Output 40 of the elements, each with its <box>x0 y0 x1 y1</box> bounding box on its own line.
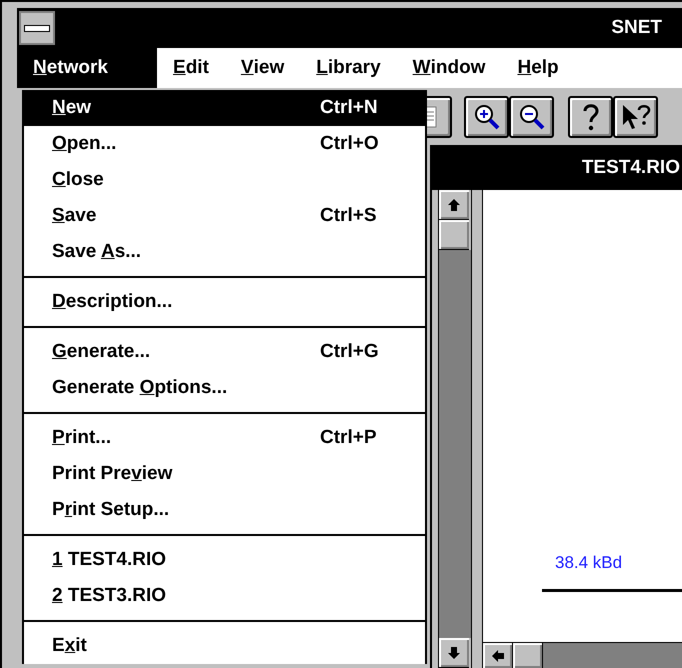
menu-item[interactable]: Generate Options... <box>24 370 425 406</box>
scroll-thumb[interactable] <box>439 220 469 250</box>
menu-item[interactable]: Close <box>24 162 425 198</box>
scroll-down-button[interactable] <box>439 638 469 668</box>
menu-item[interactable]: 1 TEST4.RIO <box>24 542 425 578</box>
down-arrow-icon <box>447 646 461 660</box>
menu-item[interactable]: 2 TEST3.RIO <box>24 578 425 614</box>
menu-item[interactable]: Print... Ctrl+P <box>24 420 425 456</box>
zoom-in-icon <box>474 104 500 130</box>
window-title: SNET <box>611 17 663 39</box>
scroll-left-button[interactable] <box>483 643 513 668</box>
toolbar-button[interactable] <box>464 96 509 138</box>
question-mark-icon <box>582 102 600 130</box>
menu-item[interactable]: Generate... Ctrl+G <box>24 334 425 370</box>
toolbar-button[interactable] <box>613 96 658 138</box>
pointer-question-icon <box>620 102 650 130</box>
menu-item[interactable]: Edit <box>157 48 225 88</box>
menu-item[interactable]: Network <box>17 48 157 88</box>
menu-item[interactable]: New Ctrl+N <box>24 90 425 126</box>
zoom-out-icon <box>518 104 544 130</box>
menu-item[interactable]: Save Ctrl+S <box>24 198 425 234</box>
system-menu-button[interactable] <box>19 11 55 45</box>
menu-item[interactable]: Library <box>300 48 397 88</box>
toolbar-button[interactable] <box>509 96 554 138</box>
menu-item[interactable]: Window <box>396 48 502 88</box>
left-arrow-icon <box>490 648 504 662</box>
toolbar-button[interactable] <box>568 96 613 138</box>
link-label: 38.4 kBd <box>555 553 622 573</box>
scroll-up-button[interactable] <box>439 190 469 220</box>
menu-item[interactable]: Print Setup... <box>24 492 425 528</box>
menu-item[interactable]: Save As... <box>24 234 425 270</box>
scroll-thumb[interactable] <box>513 643 543 668</box>
document-title: TEST4.RIO <box>432 145 682 190</box>
menu-item[interactable]: Print Preview <box>24 456 425 492</box>
menu-item[interactable]: Help <box>501 48 575 88</box>
menu-item[interactable]: Exit <box>24 628 425 664</box>
menu-item[interactable]: Description... <box>24 284 425 320</box>
menu-item[interactable]: View <box>224 48 300 88</box>
menu-item[interactable]: Open... Ctrl+O <box>24 126 425 162</box>
up-arrow-icon <box>447 198 461 212</box>
